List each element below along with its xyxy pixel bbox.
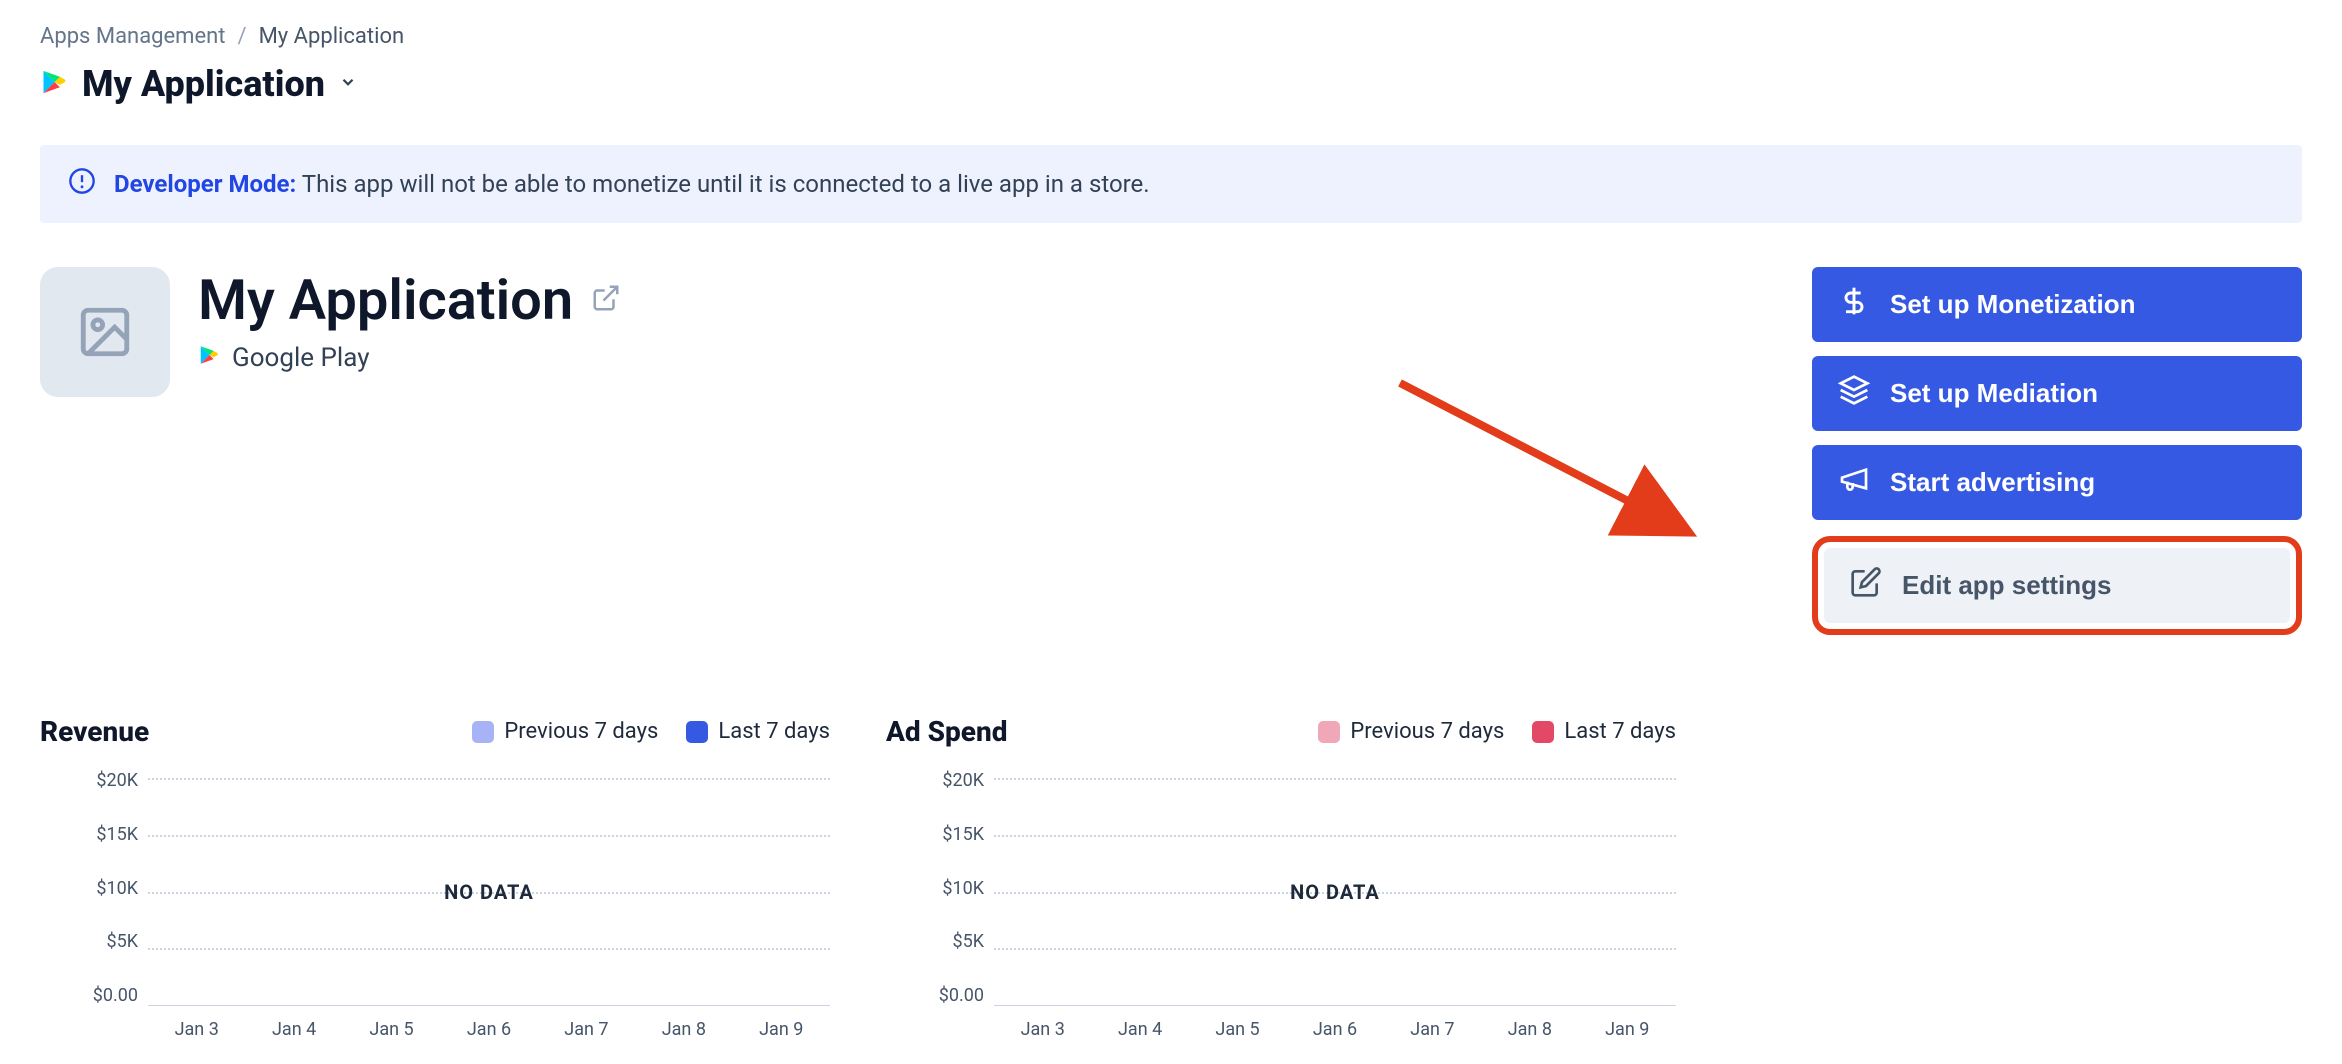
app-title: My Application (198, 267, 573, 333)
y-axis: $20K $15K $10K $5K $0.00 (40, 770, 138, 1006)
plot-area: NO DATA (994, 778, 1676, 1006)
edit-icon (1850, 566, 1882, 605)
developer-mode-alert: Developer Mode: This app will not be abl… (40, 145, 2302, 223)
ad-spend-chart: Ad Spend Previous 7 days Last 7 days $20… (886, 715, 1676, 1040)
megaphone-icon (1838, 463, 1870, 502)
chart-legend: Previous 7 days Last 7 days (472, 719, 830, 744)
store-name: Google Play (232, 343, 370, 373)
x-axis: Jan 3 Jan 4 Jan 5 Jan 6 Jan 7 Jan 8 Jan … (148, 1019, 830, 1040)
layers-icon (1838, 374, 1870, 413)
legend-swatch (1532, 721, 1554, 743)
app-icon-placeholder (40, 267, 170, 397)
google-play-icon (198, 343, 220, 373)
chart-legend: Previous 7 days Last 7 days (1318, 719, 1676, 744)
app-header: My Application (40, 267, 1752, 397)
action-panel: Set up Monetization Set up Mediation (1812, 267, 2302, 635)
legend-item-previous: Previous 7 days (472, 719, 658, 744)
breadcrumb-root[interactable]: Apps Management (40, 24, 226, 49)
legend-swatch (472, 721, 494, 743)
start-advertising-button[interactable]: Start advertising (1812, 445, 2302, 520)
breadcrumb: Apps Management / My Application (40, 24, 2302, 49)
chart-title: Ad Spend (886, 715, 1008, 748)
edit-app-settings-button[interactable]: Edit app settings (1824, 548, 2290, 623)
legend-swatch (686, 721, 708, 743)
legend-item-previous: Previous 7 days (1318, 719, 1504, 744)
chevron-down-icon (339, 73, 357, 95)
setup-mediation-button[interactable]: Set up Mediation (1812, 356, 2302, 431)
setup-monetization-button[interactable]: Set up Monetization (1812, 267, 2302, 342)
legend-swatch (1318, 721, 1340, 743)
annotation-highlight-box: Edit app settings (1812, 536, 2302, 635)
breadcrumb-current: My Application (259, 24, 405, 49)
app-switcher[interactable]: My Application (40, 63, 357, 105)
y-axis: $20K $15K $10K $5K $0.00 (886, 770, 984, 1006)
legend-item-last: Last 7 days (686, 719, 830, 744)
legend-item-last: Last 7 days (1532, 719, 1676, 744)
info-icon (68, 167, 96, 201)
charts-row: Revenue Previous 7 days Last 7 days $20K… (40, 715, 2302, 1040)
alert-text: Developer Mode: This app will not be abl… (114, 170, 1150, 198)
breadcrumb-separator: / (238, 24, 247, 49)
x-axis: Jan 3 Jan 4 Jan 5 Jan 6 Jan 7 Jan 8 Jan … (994, 1019, 1676, 1040)
store-row: Google Play (198, 343, 621, 373)
plot-area: NO DATA (148, 778, 830, 1006)
external-link-icon[interactable] (591, 283, 621, 317)
app-switcher-name: My Application (82, 63, 325, 105)
revenue-chart: Revenue Previous 7 days Last 7 days $20K… (40, 715, 830, 1040)
alert-label: Developer Mode: (114, 170, 296, 198)
no-data-label: NO DATA (444, 880, 534, 904)
no-data-label: NO DATA (1290, 880, 1380, 904)
google-play-icon (40, 68, 68, 100)
chart-title: Revenue (40, 715, 149, 748)
dollar-icon (1838, 285, 1870, 324)
